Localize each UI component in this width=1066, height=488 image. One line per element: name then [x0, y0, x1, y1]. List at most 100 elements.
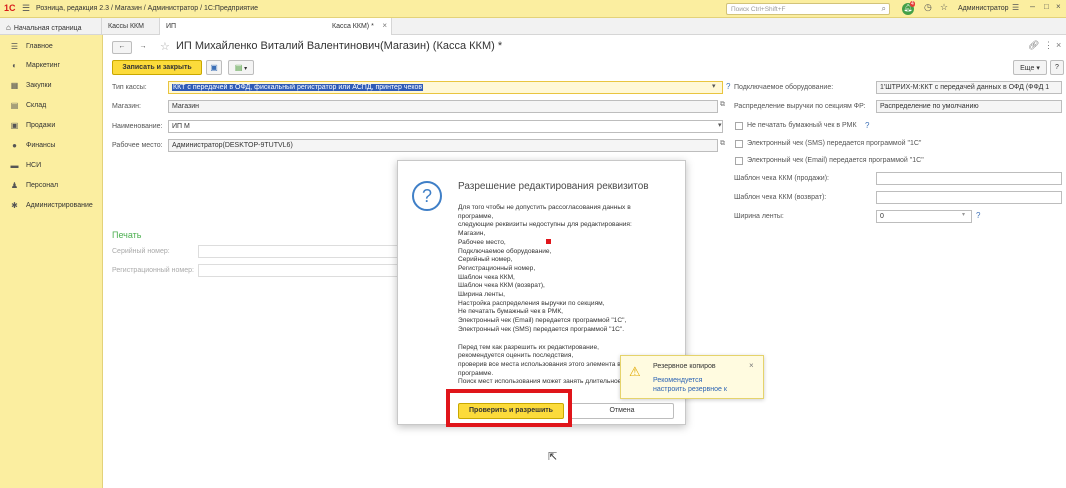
help-icon[interactable]: ?: [726, 82, 730, 91]
distribution-field[interactable]: Распределение по умолчанию: [876, 100, 1062, 113]
warning-icon: ⚠: [629, 364, 641, 379]
email-label: Электронный чек (Email) передается прогр…: [747, 157, 924, 164]
sidebar-item-nsi[interactable]: ▬ НСИ: [0, 157, 103, 176]
back-button[interactable]: ←: [112, 41, 132, 54]
red-marker: [545, 238, 551, 244]
more-actions-icon[interactable]: ⋮: [1044, 40, 1053, 51]
sidebar-item-main[interactable]: ☰ Главное: [0, 38, 103, 57]
sidebar-item-sales[interactable]: ▣ Продажи: [0, 117, 103, 136]
notification-link-2[interactable]: настроить резервное к: [653, 386, 727, 393]
save-and-close-button[interactable]: Записать и закрыть: [112, 60, 202, 75]
template-return-field[interactable]: [876, 191, 1062, 204]
sales-icon: ▣: [10, 121, 19, 130]
template-return-label: Шаблон чека ККМ (возврат):: [734, 194, 827, 201]
dialog-field-text: Рабочее место,: [458, 238, 506, 246]
serial-field[interactable]: [198, 245, 402, 258]
email-checkbox[interactable]: [735, 157, 743, 165]
finance-icon: ●: [12, 141, 17, 150]
template-sale-field[interactable]: [876, 172, 1062, 185]
favorites-icon[interactable]: ☆: [940, 2, 948, 13]
dialog-text-line: Для того чтобы не допустить рассогласова…: [458, 204, 631, 211]
dialog-field-item: Электронный чек (Email) передается прогр…: [458, 317, 627, 325]
tab-close-icon[interactable]: ×: [382, 21, 387, 30]
workplace-field[interactable]: Администратор(DESKTOP-9TUTVL6): [168, 139, 718, 152]
sidebar-item-warehouse[interactable]: ▤ Склад: [0, 97, 103, 116]
tab-current-kassa[interactable]: ИП Касса ККМ) * ×: [160, 18, 392, 35]
print-section-title: Печать: [112, 230, 142, 240]
template-sale-label: Шаблон чека ККМ (продажи):: [734, 175, 829, 182]
mouse-cursor-icon: ⇱: [548, 451, 558, 463]
home-icon: ⌂: [6, 23, 11, 32]
close-window-icon[interactable]: ×: [1056, 2, 1061, 11]
favorite-star-icon[interactable]: ☆: [160, 40, 170, 53]
tab-kassy-kkm[interactable]: Кассы ККМ: [102, 18, 160, 35]
kassa-type-select[interactable]: ККТ с передачей в ОФД, фискальный регист…: [168, 81, 723, 94]
chevron-down-icon[interactable]: ▾: [712, 82, 716, 90]
title-bar: 1С ☰ Розница, редакция 2.3 / Магазин / А…: [0, 0, 1066, 18]
user-name[interactable]: Администратор: [958, 5, 1009, 12]
minimize-icon[interactable]: –: [1030, 1, 1035, 11]
print-menu-button[interactable]: ▤ ▾: [228, 60, 254, 75]
dialog-field-item: Шаблон чека ККМ (возврат),: [458, 282, 545, 290]
dialog-text-line: программе,: [458, 212, 494, 220]
serial-label: Серийный номер:: [112, 248, 170, 255]
help-icon[interactable]: ?: [976, 211, 980, 220]
backup-notification[interactable]: ⚠ Резервное копиров × Рекомендуется наст…: [620, 355, 764, 399]
store-field[interactable]: Магазин: [168, 100, 718, 113]
no-paper-label: Не печатать бумажный чек в РМК: [747, 122, 857, 129]
help-button[interactable]: ?: [1050, 60, 1064, 75]
search-icon[interactable]: ⌕: [882, 4, 886, 14]
history-icon[interactable]: ◷: [924, 2, 932, 13]
open-icon[interactable]: ⧉: [720, 140, 725, 148]
tab-kassy-label: Кассы ККМ: [108, 23, 144, 30]
reg-number-field[interactable]: [198, 264, 402, 277]
name-field[interactable]: ИП М: [168, 120, 723, 133]
chevron-down-icon: ▾: [242, 66, 248, 72]
open-tabs-bar: ⌂ Начальная страница Кассы ККМ ИП Касса К…: [0, 18, 1066, 35]
kassa-type-value: ККТ с передачей в ОФД, фискальный регист…: [172, 84, 424, 91]
sidebar-item-label: Продажи: [26, 122, 56, 129]
forward-button[interactable]: →: [134, 41, 152, 54]
sidebar-item-marketing[interactable]: ◐ Маркетинг: [0, 57, 103, 76]
sidebar-item-label: Склад: [26, 102, 47, 109]
directory-icon: ▬: [10, 161, 19, 170]
dialog-field-item: Рабочее место,: [458, 238, 680, 248]
dialog-field-item: Не печатать бумажный чек в РМК,: [458, 308, 563, 316]
dialog-field-item: Электронный чек (SMS) передается програм…: [458, 325, 625, 333]
menu-icon[interactable]: ☰: [22, 3, 30, 14]
tab-home[interactable]: ⌂ Начальная страница: [0, 18, 102, 35]
more-label: Еще: [1020, 65, 1035, 72]
sidebar: ☰ Главное ◐ Маркетинг ▦ Закупки ▤ Склад ▣ Про…: [0, 35, 103, 488]
search-input[interactable]: Поиск Ctrl+Shift+F: [731, 6, 786, 13]
save-button[interactable]: ▣: [206, 60, 222, 75]
notification-link-1[interactable]: Рекомендуется: [653, 377, 702, 384]
store-label: Магазин:: [112, 103, 141, 110]
link-icon[interactable]: 🔗︎: [1028, 40, 1039, 51]
notification-close-icon[interactable]: ×: [749, 361, 754, 370]
settings-menu-icon[interactable]: ☰: [1012, 3, 1019, 12]
sidebar-item-finance[interactable]: ● Финансы: [0, 137, 103, 156]
global-search[interactable]: Поиск Ctrl+Shift+F ⌕: [726, 3, 890, 15]
sidebar-item-purchases[interactable]: ▦ Закупки: [0, 77, 103, 96]
tab-current-label-right: Касса ККМ) *: [332, 23, 374, 30]
sms-checkbox[interactable]: [735, 140, 743, 148]
chevron-down-icon[interactable]: ▾: [718, 121, 722, 129]
dialog-text-line: Перед тем как разрешить их редактировани…: [458, 343, 599, 351]
help-icon[interactable]: ?: [865, 121, 869, 130]
purchases-icon: ▦: [10, 81, 19, 90]
sms-label: Электронный чек (SMS) передается програм…: [747, 140, 922, 147]
no-paper-checkbox[interactable]: [735, 122, 743, 130]
more-button[interactable]: Еще ▾: [1013, 60, 1047, 75]
sidebar-item-admin[interactable]: ✱ Администрирование: [0, 197, 103, 216]
open-icon[interactable]: ⧉: [720, 101, 725, 109]
close-form-icon[interactable]: ×: [1056, 40, 1061, 50]
equipment-label: Подключаемое оборудование:: [734, 84, 834, 91]
chevron-down-icon[interactable]: ▾: [962, 211, 965, 218]
sidebar-item-label: Администрирование: [26, 202, 93, 209]
notification-title: Резервное копиров: [653, 363, 716, 370]
cancel-button[interactable]: Отмена: [570, 403, 674, 419]
tape-width-field[interactable]: 0: [876, 210, 972, 223]
equipment-field[interactable]: 1'ШТРИХ-М:ККТ с передачей данных в ОФД (…: [876, 81, 1062, 94]
sidebar-item-personnel[interactable]: ♟ Персонал: [0, 177, 103, 196]
maximize-icon[interactable]: □: [1044, 2, 1049, 11]
